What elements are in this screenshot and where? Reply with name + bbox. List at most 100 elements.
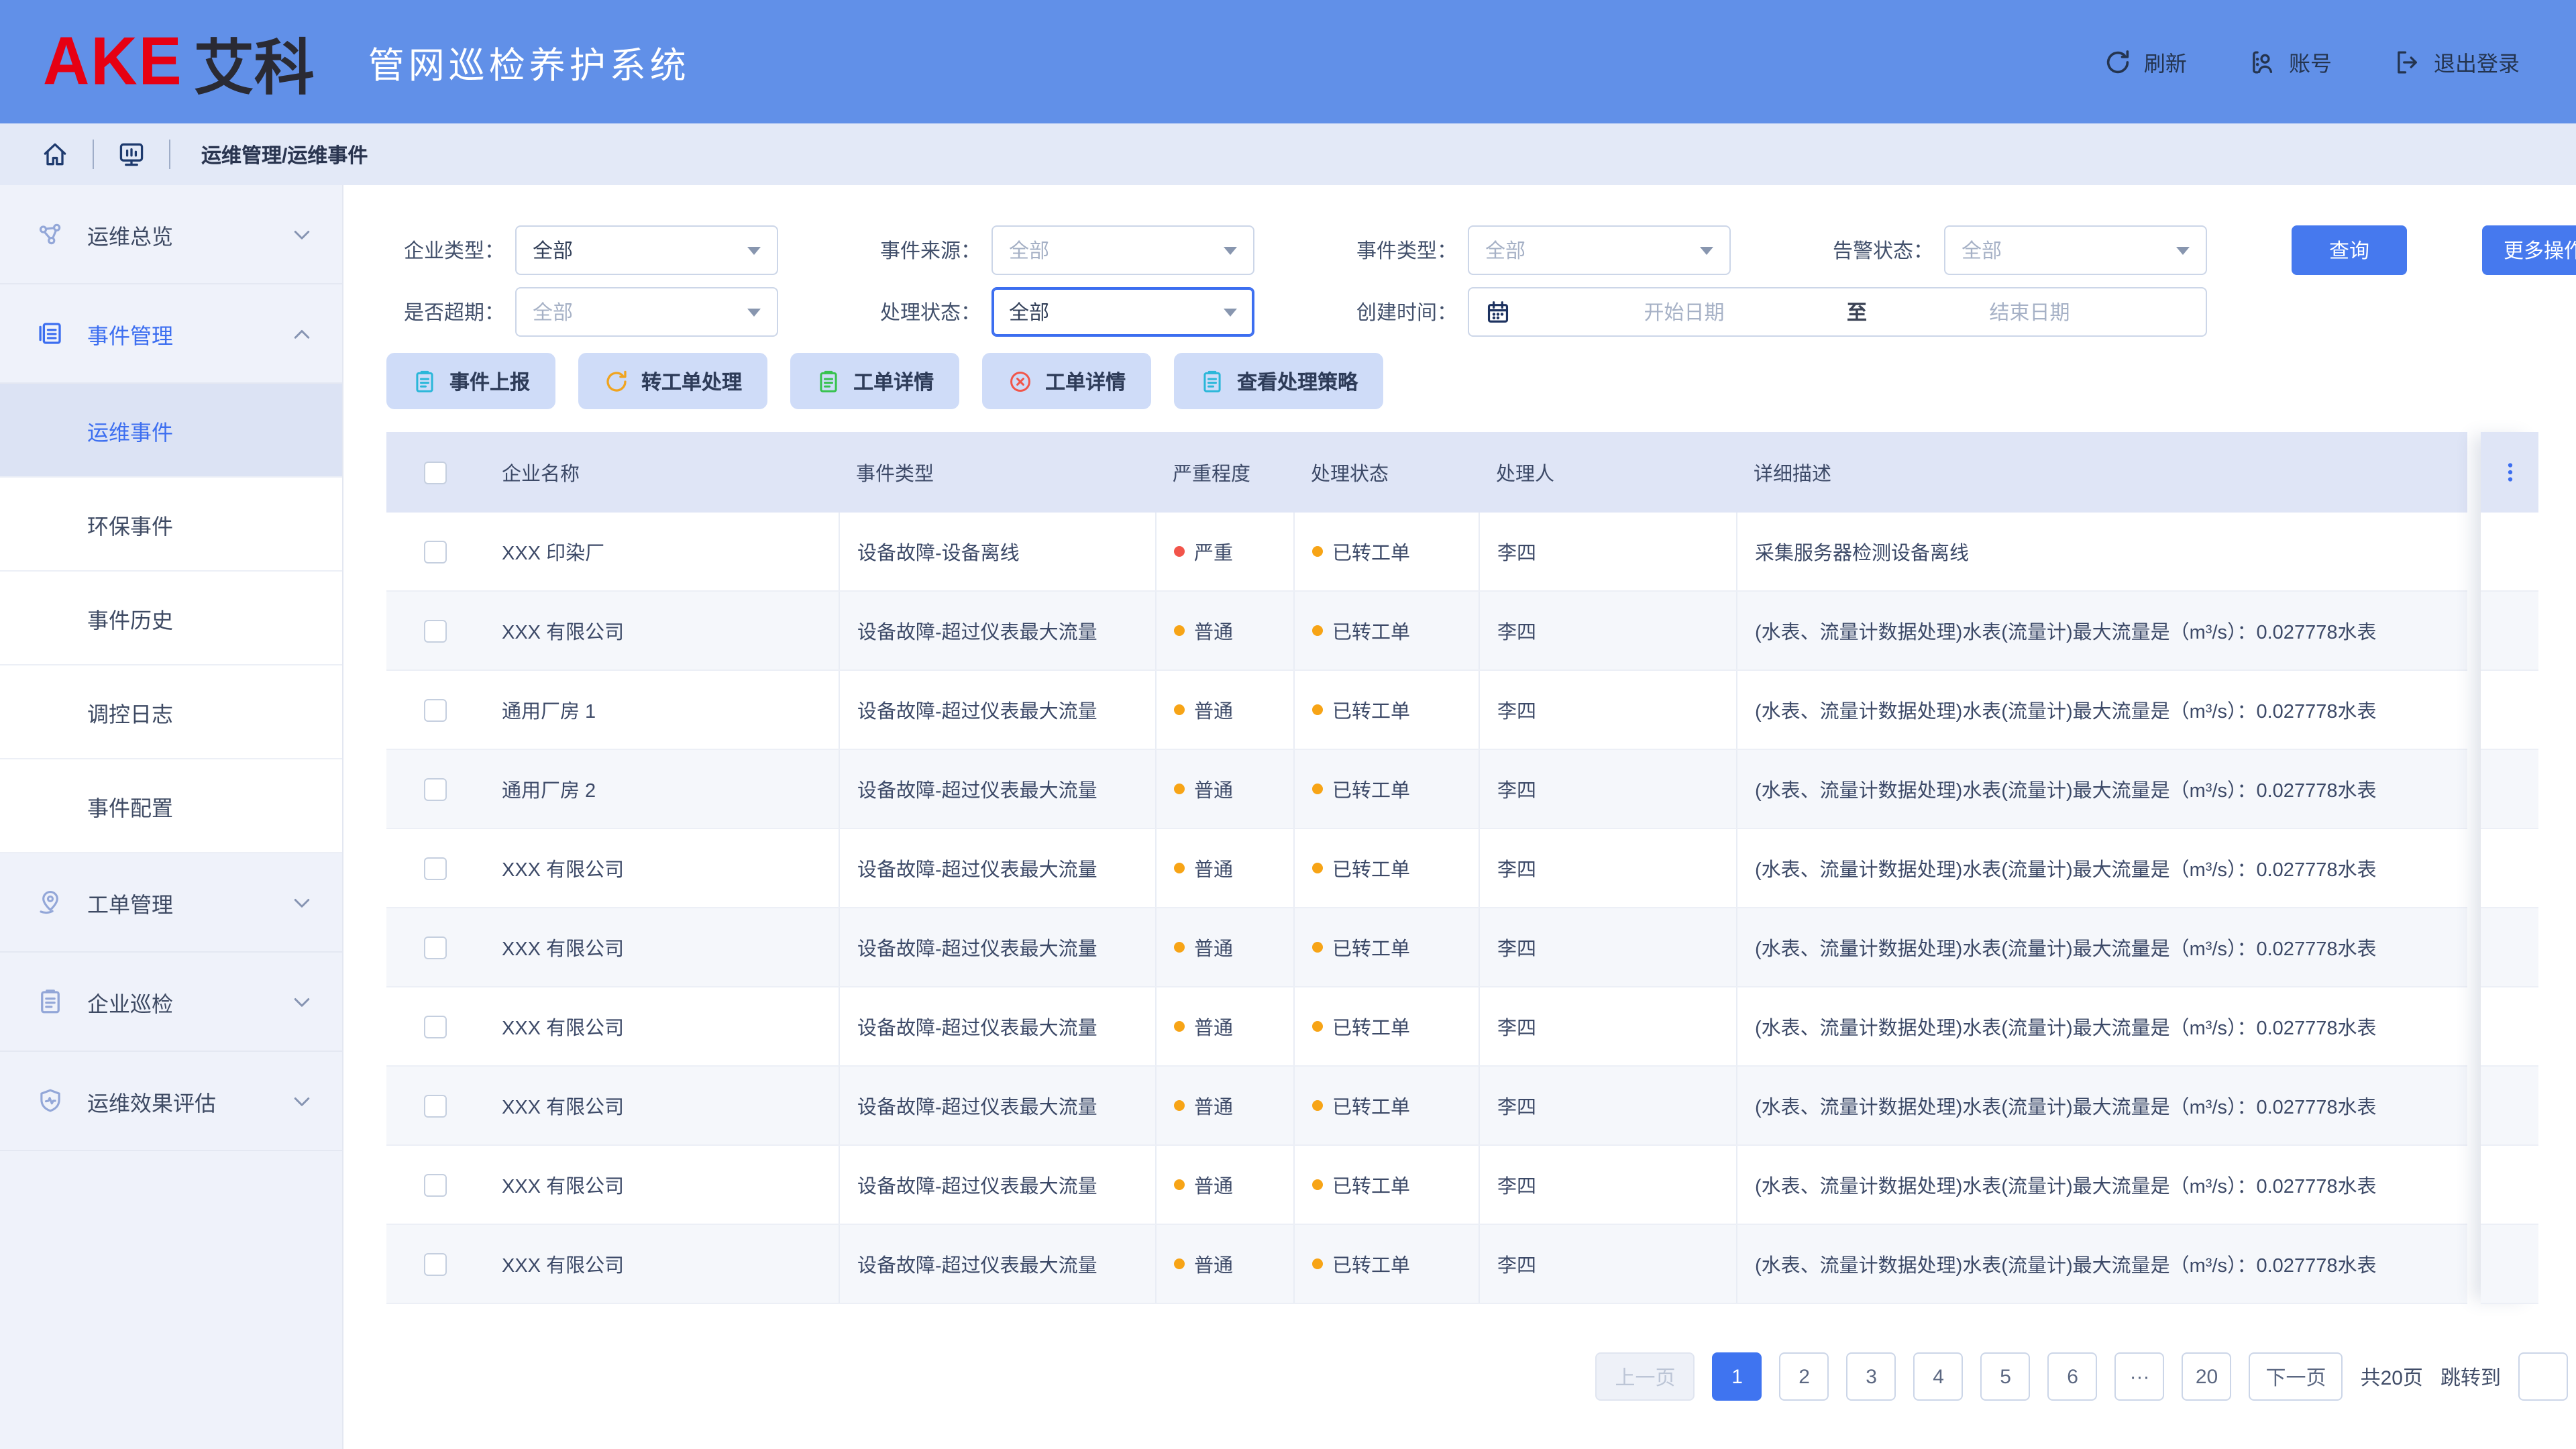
sidebar-item-label: 运维总览 bbox=[87, 218, 173, 250]
row-checkbox[interactable] bbox=[424, 777, 447, 800]
page-jump-input[interactable] bbox=[2518, 1352, 2568, 1401]
status-cell: 已转工单 bbox=[1293, 750, 1479, 828]
row-checkbox[interactable] bbox=[424, 619, 447, 642]
row-checkbox-cell bbox=[386, 513, 484, 590]
refresh-label: 刷新 bbox=[2144, 46, 2187, 78]
search-button[interactable]: 查询 bbox=[2292, 225, 2407, 275]
filter-label: 事件类型： bbox=[1339, 236, 1457, 264]
workorder-detail-button[interactable]: 工单详情 bbox=[790, 353, 959, 409]
cell-text: 普通 bbox=[1194, 1012, 1233, 1040]
sidebar-item-ops-evaluation[interactable]: 运维效果评估 bbox=[0, 1052, 342, 1151]
page-button[interactable]: 4 bbox=[1914, 1352, 1964, 1401]
company-cell: XXX 有限公司 bbox=[484, 908, 839, 986]
cell-text: 普通 bbox=[1194, 775, 1233, 803]
logout-button[interactable]: 退出登录 bbox=[2394, 46, 2520, 78]
refresh-button[interactable]: 刷新 bbox=[2104, 46, 2187, 78]
status-cell: 已转工单 bbox=[1293, 513, 1479, 590]
detail-cell: (水表、流量计数据处理)水表(流量计)最大流量是（m³/s）：0.027778水… bbox=[1736, 750, 2467, 828]
page-button[interactable]: 5 bbox=[1981, 1352, 2031, 1401]
page-button[interactable]: 20 bbox=[2182, 1352, 2232, 1401]
next-page-button[interactable]: 下一页 bbox=[2249, 1352, 2343, 1401]
filter-select-overdue[interactable]: 全部 bbox=[515, 287, 778, 337]
filter-row-1: 企业类型：全部事件来源：全部事件类型：全部告警状态：全部 查询 更多操作 bbox=[386, 225, 2576, 275]
report-event-button[interactable]: 事件上报 bbox=[386, 353, 555, 409]
page-button[interactable]: 1 bbox=[1713, 1352, 1762, 1401]
page-button[interactable]: 2 bbox=[1780, 1352, 1829, 1401]
sidebar-item-event-mgmt[interactable]: 事件管理 bbox=[0, 284, 342, 384]
sidebar-subitem-label: 环保事件 bbox=[87, 508, 173, 540]
sidebar-subitem-event-config[interactable]: 事件配置 bbox=[0, 759, 342, 853]
chevron-up-icon bbox=[290, 321, 314, 345]
cell-text: 普通 bbox=[1194, 616, 1233, 645]
column-header: 企业名称 bbox=[484, 432, 839, 513]
caret-down-icon bbox=[1224, 308, 1237, 316]
date-range-picker[interactable]: 开始日期 至 结束日期 bbox=[1468, 287, 2207, 337]
divider bbox=[169, 140, 170, 169]
workorder-detail-close-button[interactable]: 工单详情 bbox=[982, 353, 1151, 409]
refresh-icon bbox=[2104, 48, 2132, 76]
clipboard-icon bbox=[1199, 368, 1225, 394]
page-button[interactable]: 3 bbox=[1847, 1352, 1896, 1401]
view-strategy-button[interactable]: 查看处理策略 bbox=[1174, 353, 1383, 409]
row-checkbox[interactable] bbox=[424, 698, 447, 721]
table-row[interactable]: XXX 有限公司设备故障-超过仪表最大流量普通已转工单李四(水表、流量计数据处理… bbox=[386, 1146, 2467, 1225]
row-checkbox[interactable] bbox=[424, 1015, 447, 1038]
column-settings-button[interactable] bbox=[2481, 432, 2538, 513]
column-header: 事件类型 bbox=[839, 432, 1155, 513]
filter-select-event-category[interactable]: 全部 bbox=[1468, 225, 1731, 275]
table-row[interactable]: XXX 有限公司设备故障-超过仪表最大流量普通已转工单李四(水表、流量计数据处理… bbox=[386, 1067, 2467, 1146]
row-checkbox[interactable] bbox=[424, 1252, 447, 1275]
handler-cell: 李四 bbox=[1479, 513, 1736, 590]
table-row[interactable]: XXX 印染厂设备故障-设备离线严重已转工单李四采集服务器检测设备离线 bbox=[386, 513, 2467, 592]
sidebar-item-workorder-mgmt[interactable]: 工单管理 bbox=[0, 853, 342, 953]
filter-select-event-source[interactable]: 全部 bbox=[991, 225, 1254, 275]
severity-cell: 普通 bbox=[1155, 1225, 1293, 1303]
row-checkbox[interactable] bbox=[424, 1094, 447, 1117]
page-ellipsis-button[interactable]: ··· bbox=[2115, 1352, 2165, 1401]
start-date-placeholder: 开始日期 bbox=[1521, 298, 1847, 326]
row-actions-cell bbox=[2481, 750, 2538, 829]
sidebar-subitem-ops-event[interactable]: 运维事件 bbox=[0, 384, 342, 478]
prev-page-button[interactable]: 上一页 bbox=[1596, 1352, 1695, 1401]
cell-text: 已转工单 bbox=[1332, 616, 1410, 645]
detail-cell: (水表、流量计数据处理)水表(流量计)最大流量是（m³/s）：0.027778水… bbox=[1736, 1067, 2467, 1144]
table-row[interactable]: XXX 有限公司设备故障-超过仪表最大流量普通已转工单李四(水表、流量计数据处理… bbox=[386, 592, 2467, 671]
events-table: 企业名称事件类型严重程度处理状态处理人详细描述 XXX 印染厂设备故障-设备离线… bbox=[386, 432, 2576, 1304]
table-row[interactable]: XXX 有限公司设备故障-超过仪表最大流量普通已转工单李四(水表、流量计数据处理… bbox=[386, 1225, 2467, 1304]
filter-label: 是否超期： bbox=[386, 298, 504, 326]
filter-label: 事件来源： bbox=[863, 236, 981, 264]
filter-value: 全部 bbox=[533, 298, 747, 326]
account-button[interactable]: 账号 bbox=[2249, 46, 2332, 78]
sidebar-item-overview[interactable]: 运维总览 bbox=[0, 185, 342, 284]
filter-select-enterprise-type[interactable]: 全部 bbox=[515, 225, 778, 275]
sidebar-item-enterprise-inspection[interactable]: 企业巡检 bbox=[0, 953, 342, 1052]
filter-select-alarm-status[interactable]: 全部 bbox=[1944, 225, 2207, 275]
table-row[interactable]: XXX 有限公司设备故障-超过仪表最大流量普通已转工单李四(水表、流量计数据处理… bbox=[386, 908, 2467, 987]
company-cell: 通用厂房 1 bbox=[484, 671, 839, 749]
table-row[interactable]: 通用厂房 1设备故障-超过仪表最大流量普通已转工单李四(水表、流量计数据处理)水… bbox=[386, 671, 2467, 750]
sidebar-subitem-control-log[interactable]: 调控日志 bbox=[0, 665, 342, 759]
caret-down-icon bbox=[1700, 246, 1713, 254]
table-row[interactable]: XXX 有限公司设备故障-超过仪表最大流量普通已转工单李四(水表、流量计数据处理… bbox=[386, 829, 2467, 908]
table-row[interactable]: XXX 有限公司设备故障-超过仪表最大流量普通已转工单李四(水表、流量计数据处理… bbox=[386, 987, 2467, 1067]
select-all-checkbox[interactable] bbox=[424, 461, 447, 484]
row-checkbox[interactable] bbox=[424, 540, 447, 563]
clipboard-icon bbox=[412, 368, 437, 394]
caret-down-icon bbox=[747, 308, 761, 316]
page-button[interactable]: 6 bbox=[2048, 1352, 2098, 1401]
more-actions-button[interactable]: 更多操作 bbox=[2482, 225, 2576, 275]
monitor-icon[interactable] bbox=[117, 140, 146, 169]
sidebar-subitem-env-event[interactable]: 环保事件 bbox=[0, 478, 342, 572]
table-row[interactable]: 通用厂房 2设备故障-超过仪表最大流量普通已转工单李四(水表、流量计数据处理)水… bbox=[386, 750, 2467, 829]
view-strategy-label: 查看处理策略 bbox=[1237, 367, 1358, 395]
transfer-workorder-button[interactable]: 转工单处理 bbox=[578, 353, 767, 409]
cell-text: 普通 bbox=[1194, 933, 1233, 961]
sidebar-subitem-event-history[interactable]: 事件历史 bbox=[0, 572, 342, 665]
cell-text: 普通 bbox=[1194, 1250, 1233, 1278]
row-checkbox[interactable] bbox=[424, 1173, 447, 1196]
home-icon[interactable] bbox=[40, 140, 70, 169]
filter-select-processing-status[interactable]: 全部 bbox=[991, 287, 1254, 337]
handler-cell: 李四 bbox=[1479, 908, 1736, 986]
row-checkbox[interactable] bbox=[424, 936, 447, 959]
row-checkbox[interactable] bbox=[424, 857, 447, 879]
